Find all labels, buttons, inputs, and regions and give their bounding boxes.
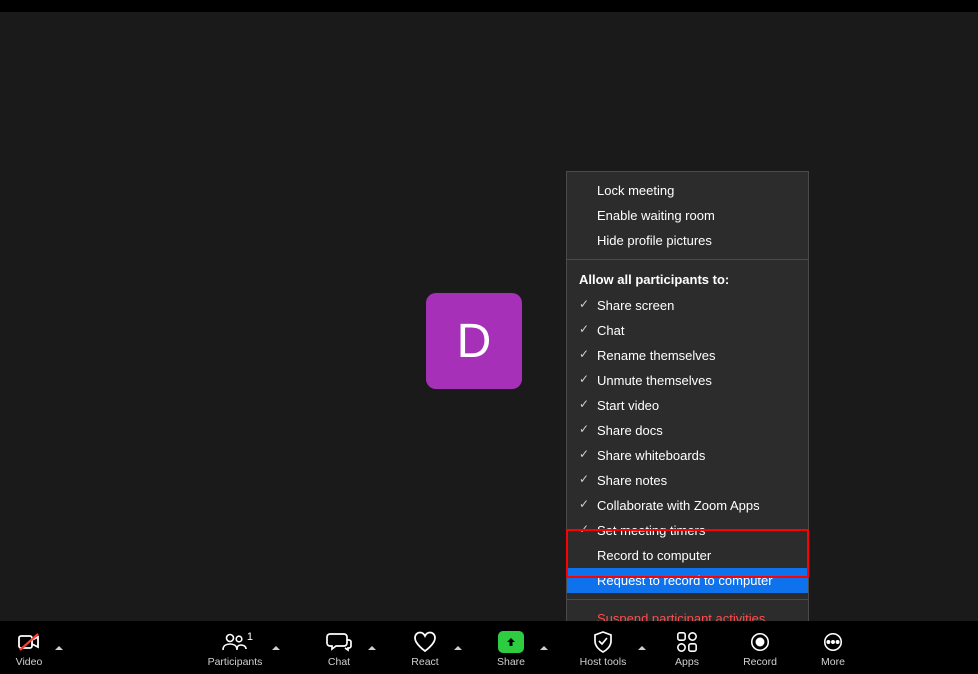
participant-avatar: D	[426, 293, 522, 389]
menu-allow-item-6[interactable]: Share whiteboards	[567, 443, 808, 468]
shield-icon	[589, 629, 617, 655]
participants-caret[interactable]	[267, 621, 285, 674]
menu-enable-waiting-room[interactable]: Enable waiting room	[567, 203, 808, 228]
menu-allow-item-4[interactable]: Start video	[567, 393, 808, 418]
record-button[interactable]: Record	[736, 621, 784, 674]
menu-allow-item-7[interactable]: Share notes	[567, 468, 808, 493]
menu-allow-item-5[interactable]: Share docs	[567, 418, 808, 443]
menu-allow-item-9[interactable]: Set meeting timers	[567, 518, 808, 543]
menu-allow-item-3[interactable]: Unmute themselves	[567, 368, 808, 393]
react-button[interactable]: React	[401, 621, 449, 674]
menu-allow-item-11[interactable]: Request to record to computer	[567, 568, 808, 593]
record-label: Record	[743, 656, 777, 668]
chat-label: Chat	[328, 656, 350, 668]
participants-button[interactable]: 1 Participants	[203, 621, 267, 674]
participants-icon: 1	[221, 629, 249, 655]
react-caret[interactable]	[449, 621, 467, 674]
titlebar	[0, 0, 978, 12]
participants-count-badge: 1	[247, 631, 253, 643]
menu-allow-item-1[interactable]: Chat	[567, 318, 808, 343]
chat-icon	[325, 629, 353, 655]
menu-lock-meeting[interactable]: Lock meeting	[567, 178, 808, 203]
video-button[interactable]: Video	[8, 621, 50, 674]
host-tools-caret[interactable]	[633, 621, 651, 674]
meeting-toolbar: Video 1 Participants Chat	[0, 621, 978, 674]
record-icon	[746, 629, 774, 655]
chat-button[interactable]: Chat	[315, 621, 363, 674]
video-label: Video	[16, 656, 43, 668]
share-label: Share	[497, 656, 525, 668]
apps-label: Apps	[675, 656, 699, 668]
menu-allow-item-10[interactable]: Record to computer	[567, 543, 808, 568]
apps-button[interactable]: Apps	[663, 621, 711, 674]
host-tools-label: Host tools	[580, 656, 627, 668]
participants-label: Participants	[208, 656, 263, 668]
share-screen-icon	[498, 631, 524, 653]
host-tools-button[interactable]: Host tools	[573, 621, 633, 674]
video-off-icon	[15, 629, 43, 655]
menu-allow-item-8[interactable]: Collaborate with Zoom Apps	[567, 493, 808, 518]
menu-allow-item-0[interactable]: Share screen	[567, 293, 808, 318]
more-button[interactable]: More	[809, 621, 857, 674]
more-label: More	[821, 656, 845, 668]
menu-section-header-allow: Allow all participants to:	[567, 266, 808, 293]
apps-icon	[673, 629, 701, 655]
react-label: React	[411, 656, 438, 668]
share-caret[interactable]	[535, 621, 553, 674]
menu-allow-item-2[interactable]: Rename themselves	[567, 343, 808, 368]
host-tools-menu: Lock meeting Enable waiting room Hide pr…	[566, 171, 809, 638]
heart-icon	[411, 629, 439, 655]
share-button[interactable]: Share	[487, 621, 535, 674]
more-icon	[819, 629, 847, 655]
avatar-initial: D	[457, 314, 492, 369]
menu-hide-profile-pictures[interactable]: Hide profile pictures	[567, 228, 808, 253]
chat-caret[interactable]	[363, 621, 381, 674]
video-caret[interactable]	[50, 621, 68, 674]
